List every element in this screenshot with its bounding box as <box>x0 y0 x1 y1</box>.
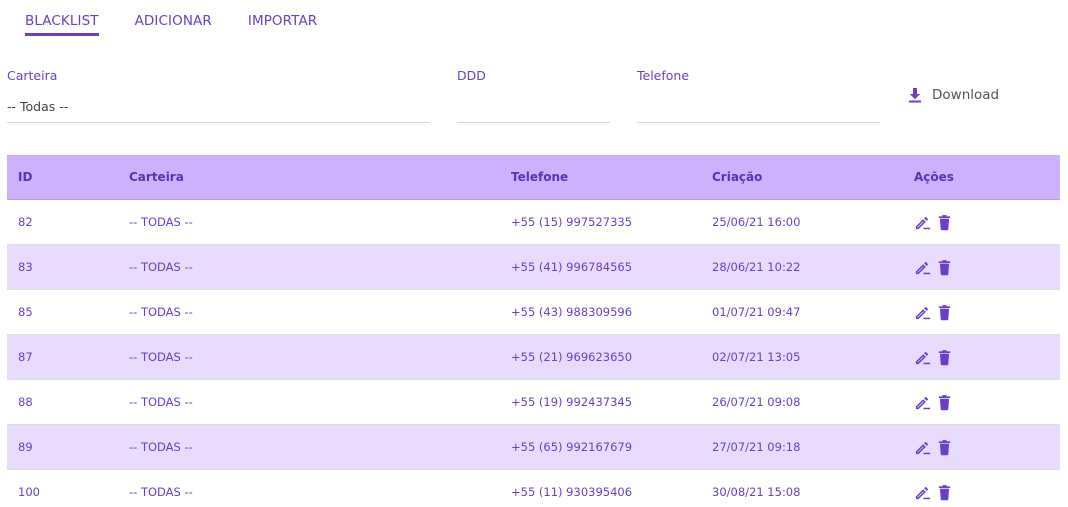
cell-acoes <box>903 214 1060 231</box>
edit-icon[interactable] <box>914 439 931 456</box>
carteira-select[interactable]: -- Todas -- <box>7 92 430 123</box>
cell-telefone: +55 (43) 988309596 <box>511 305 633 319</box>
table-row: 83 -- TODAS -- +55 (41) 996784565 28/06/… <box>7 245 1060 290</box>
ddd-filter: DDD <box>457 68 610 123</box>
tab-adicionar[interactable]: ADICIONAR <box>135 13 212 36</box>
cell-telefone: +55 (19) 992437345 <box>511 395 633 409</box>
edit-icon[interactable] <box>914 304 931 321</box>
download-label: Download <box>932 87 1000 103</box>
cell-telefone: +55 (15) 997527335 <box>511 215 633 229</box>
edit-icon[interactable] <box>914 484 931 501</box>
cell-criacao: 28/06/21 10:22 <box>712 260 801 274</box>
cell-criacao: 25/06/21 16:00 <box>712 215 801 229</box>
telefone-input[interactable] <box>637 92 880 123</box>
trash-icon[interactable] <box>936 304 953 321</box>
cell-acoes <box>903 484 1060 501</box>
trash-icon[interactable] <box>936 484 953 501</box>
table-row: 85 -- TODAS -- +55 (43) 988309596 01/07/… <box>7 290 1060 335</box>
trash-icon[interactable] <box>936 439 953 456</box>
table-body: 82 -- TODAS -- +55 (15) 997527335 25/06/… <box>7 200 1060 507</box>
header-id[interactable]: ID <box>7 170 118 184</box>
cell-acoes <box>903 349 1060 366</box>
edit-icon[interactable] <box>914 214 931 231</box>
cell-carteira: -- TODAS -- <box>129 395 193 409</box>
table-row: 100 -- TODAS -- +55 (11) 930395406 30/08… <box>7 470 1060 507</box>
cell-criacao: 27/07/21 09:18 <box>712 440 801 454</box>
cell-acoes <box>903 439 1060 456</box>
trash-icon[interactable] <box>936 349 953 366</box>
cell-carteira: -- TODAS -- <box>129 260 193 274</box>
cell-criacao: 26/07/21 09:08 <box>712 395 801 409</box>
edit-icon[interactable] <box>914 394 931 411</box>
trash-icon[interactable] <box>936 259 953 276</box>
header-criacao[interactable]: Criação <box>701 170 903 184</box>
cell-telefone: +55 (11) 930395406 <box>511 485 633 499</box>
header-telefone[interactable]: Telefone <box>500 170 701 184</box>
ddd-filter-label: DDD <box>457 68 486 83</box>
cell-id: 88 <box>18 395 33 409</box>
telefone-filter: Telefone <box>637 68 880 123</box>
cell-criacao: 01/07/21 09:47 <box>712 305 801 319</box>
cell-id: 82 <box>18 215 33 229</box>
trash-icon[interactable] <box>936 214 953 231</box>
blacklist-table: ID Carteira Telefone Criação Ações 82 --… <box>7 155 1060 507</box>
carteira-filter-label: Carteira <box>7 68 58 83</box>
telefone-filter-label: Telefone <box>637 68 690 83</box>
ddd-input[interactable] <box>457 92 610 123</box>
trash-icon[interactable] <box>936 394 953 411</box>
tab-blacklist[interactable]: BLACKLIST <box>25 13 99 36</box>
cell-id: 87 <box>18 350 33 364</box>
header-acoes: Ações <box>914 170 954 184</box>
cell-criacao: 30/08/21 15:08 <box>712 485 801 499</box>
cell-carteira: -- TODAS -- <box>129 350 193 364</box>
cell-carteira: -- TODAS -- <box>129 215 193 229</box>
carteira-filter: Carteira -- Todas -- <box>7 68 430 123</box>
download-button[interactable]: Download <box>908 87 999 103</box>
cell-carteira: -- TODAS -- <box>129 485 193 499</box>
table-row: 88 -- TODAS -- +55 (19) 992437345 26/07/… <box>7 380 1060 425</box>
table-row: 87 -- TODAS -- +55 (21) 969623650 02/07/… <box>7 335 1060 380</box>
cell-acoes <box>903 394 1060 411</box>
cell-criacao: 02/07/21 13:05 <box>712 350 801 364</box>
cell-telefone: +55 (65) 992167679 <box>511 440 633 454</box>
cell-acoes <box>903 304 1060 321</box>
table-header: ID Carteira Telefone Criação Ações <box>7 155 1060 200</box>
download-icon <box>908 87 922 103</box>
cell-id: 85 <box>18 305 33 319</box>
header-carteira[interactable]: Carteira <box>118 170 500 184</box>
table-row: 82 -- TODAS -- +55 (15) 997527335 25/06/… <box>7 200 1060 245</box>
cell-telefone: +55 (21) 969623650 <box>511 350 633 364</box>
tab-importar[interactable]: IMPORTAR <box>248 13 317 36</box>
cell-id: 89 <box>18 440 33 454</box>
blacklist-page: BLACKLIST ADICIONAR IMPORTAR Carteira --… <box>0 0 1068 507</box>
edit-icon[interactable] <box>914 349 931 366</box>
cell-telefone: +55 (41) 996784565 <box>511 260 633 274</box>
cell-id: 83 <box>18 260 33 274</box>
cell-carteira: -- TODAS -- <box>129 440 193 454</box>
cell-carteira: -- TODAS -- <box>129 305 193 319</box>
cell-id: 100 <box>18 485 40 499</box>
tab-bar: BLACKLIST ADICIONAR IMPORTAR <box>25 13 353 36</box>
edit-icon[interactable] <box>914 259 931 276</box>
table-row: 89 -- TODAS -- +55 (65) 992167679 27/07/… <box>7 425 1060 470</box>
cell-acoes <box>903 259 1060 276</box>
